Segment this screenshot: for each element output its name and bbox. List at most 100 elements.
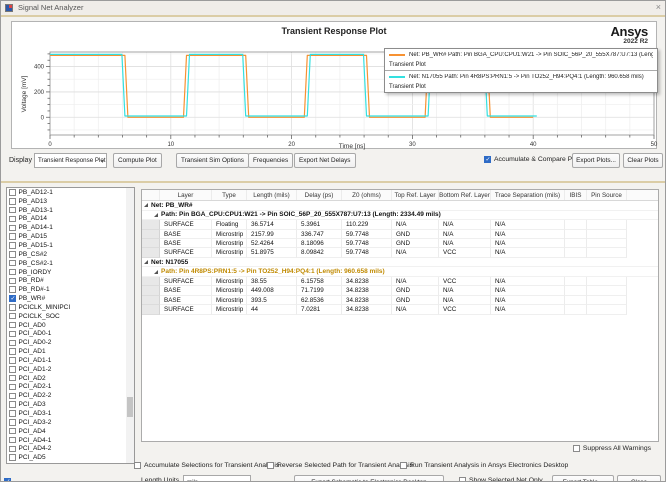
checkbox-icon[interactable] [9, 419, 16, 426]
net-list-item[interactable]: PCI_AD0-2 [7, 338, 134, 347]
net-list-item[interactable]: PCI_AD1-1 [7, 356, 134, 365]
checkbox-icon[interactable] [9, 436, 16, 444]
checkbox-icon[interactable] [9, 198, 16, 205]
path-group-row[interactable]: Path: Pin BGA_CPU:CPU1:W21 -> Pin SOIC_5… [142, 211, 658, 221]
checkbox-icon[interactable] [9, 259, 16, 267]
checkbox-icon[interactable] [9, 427, 16, 435]
column-header[interactable]: Delay (ps) [297, 190, 342, 200]
checkbox-icon[interactable] [9, 374, 16, 382]
net-list-item[interactable]: PCICLK_SOC [7, 312, 134, 321]
expander-icon[interactable] [144, 203, 148, 208]
checkbox-icon[interactable] [9, 189, 16, 196]
net-list-item[interactable]: PCI_AD5 [7, 453, 134, 462]
checkbox-icon[interactable] [9, 215, 16, 223]
checkbox-icon[interactable] [459, 477, 466, 481]
expander-icon[interactable] [144, 260, 148, 265]
checkbox-icon[interactable] [9, 277, 16, 285]
net-list-item[interactable]: PB_AD13-1 [7, 206, 134, 215]
net-list-item[interactable]: PB_AD14 [7, 215, 134, 224]
checkbox-icon[interactable] [9, 206, 16, 214]
column-header[interactable]: Bottom Ref. Layer [439, 190, 491, 200]
checkbox-icon[interactable] [9, 312, 16, 320]
net-list-item[interactable]: PCI_AD3-2 [7, 418, 134, 427]
checkbox-icon[interactable] [9, 286, 16, 293]
net-list-item[interactable]: PCI_AD4-1 [7, 436, 134, 445]
column-header[interactable] [142, 190, 160, 200]
transient-sim-options-button[interactable]: Transient Sim Options [176, 153, 249, 168]
show-selected-net-checkbox[interactable]: Show Selected Net Only [459, 477, 543, 481]
net-list-item[interactable]: PB_AD15-1 [7, 241, 134, 250]
net-list-item[interactable]: PCI_AD2-1 [7, 383, 134, 392]
display-dropdown[interactable]: Transient Response Plot ▾ [34, 153, 107, 168]
net-list-item[interactable]: PCICLK_MINIPCI [7, 303, 134, 312]
path-group-row[interactable]: Path: Pin 4R8PS:PRN1:5 -> Pin TO252_H94:… [142, 267, 658, 277]
compute-plot-button[interactable]: Compute Plot [113, 153, 162, 168]
net-list-item[interactable]: PB_AD14-1 [7, 223, 134, 232]
checkbox-icon[interactable] [9, 366, 16, 373]
column-header[interactable]: Length (mils) [247, 190, 297, 200]
net-list-item[interactable]: PCI_AD4 [7, 427, 134, 436]
net-group-row[interactable]: Net: PB_WR# [142, 201, 658, 211]
net-list-item[interactable]: PB_AD12-1 [7, 188, 134, 197]
net-list-item[interactable]: PB_AD15 [7, 232, 134, 241]
checkbox-icon[interactable] [9, 348, 16, 355]
close-icon[interactable]: × [656, 2, 661, 12]
net-list-item[interactable]: PB_WR# [7, 294, 134, 303]
net-group-row[interactable]: Net: N17055 [142, 258, 658, 268]
checkbox-icon[interactable] [484, 156, 491, 163]
net-list-item[interactable]: PB_RD# [7, 276, 134, 285]
checkbox-icon[interactable] [9, 295, 16, 302]
column-header[interactable]: Layer [160, 190, 212, 200]
expander-icon[interactable] [154, 212, 158, 217]
net-list-item[interactable]: PB_CS#2-1 [7, 259, 134, 268]
net-list-scrollbar[interactable] [126, 188, 134, 463]
checkbox-icon[interactable] [9, 224, 16, 232]
net-list-item[interactable]: PCI_AD2-2 [7, 391, 134, 400]
net-list-item[interactable]: PCI_AD2 [7, 374, 134, 383]
net-list-item[interactable]: PCI_AD0 [7, 321, 134, 330]
scrollbar-thumb[interactable] [127, 397, 133, 417]
net-list-item[interactable]: PCI_AD3 [7, 400, 134, 409]
frequencies-button[interactable]: Frequencies [248, 153, 294, 168]
checkbox-icon[interactable] [9, 357, 16, 364]
net-list-item[interactable]: PB_CS#2 [7, 250, 134, 259]
net-list-item[interactable]: PB_RD#-1 [7, 285, 134, 294]
checkbox-icon[interactable] [9, 410, 16, 417]
suppress-warnings-checkbox[interactable]: Suppress All Warnings [572, 445, 651, 452]
net-list-item[interactable]: PCI_AD1 [7, 347, 134, 356]
net-list-item[interactable]: PCI_AD3-1 [7, 409, 134, 418]
checkbox-icon[interactable] [572, 445, 580, 452]
export-net-delays-button[interactable]: Export Net Delays [294, 153, 356, 168]
checkbox-icon[interactable] [9, 233, 16, 240]
net-list-item[interactable]: PB_AD13 [7, 197, 134, 206]
column-header[interactable]: Pin Source [587, 190, 627, 200]
checkbox-icon[interactable] [9, 401, 16, 408]
checkbox-icon[interactable] [9, 304, 16, 311]
expander-icon[interactable] [154, 269, 158, 274]
accumulate-selections-checkbox[interactable]: Accumulate Selections for Transient Anal… [134, 462, 279, 469]
checkbox-icon[interactable] [9, 268, 16, 276]
checkbox-icon[interactable] [9, 321, 16, 329]
column-header[interactable]: Top Ref. Layer [392, 190, 439, 200]
checkbox-icon[interactable] [9, 392, 16, 400]
reverse-path-checkbox[interactable]: Reverse Selected Path for Transient Anal… [267, 462, 413, 469]
column-header[interactable]: Z0 (ohms) [342, 190, 392, 200]
column-header[interactable]: Type [212, 190, 247, 200]
net-list-item[interactable]: PB_IORDY [7, 268, 134, 277]
checkbox-icon[interactable] [134, 462, 141, 469]
checkbox-icon[interactable] [9, 383, 16, 391]
checkbox-icon[interactable] [9, 330, 16, 338]
export-plots-button[interactable]: Export Plots... [572, 153, 620, 168]
net-list-item[interactable]: PCI_AD4-2 [7, 444, 134, 453]
checkbox-icon[interactable] [9, 445, 16, 453]
checkbox-icon[interactable] [9, 242, 16, 249]
clear-plots-button[interactable]: Clear Plots [623, 153, 663, 168]
checkbox-icon[interactable] [9, 251, 16, 258]
partial-checkbox[interactable] [4, 478, 11, 481]
run-transient-checkbox[interactable]: Run Transient Analysis in Ansys Electron… [400, 462, 568, 469]
accumulate-compare-checkbox[interactable]: Accumulate & Compare Plots [484, 156, 583, 163]
checkbox-icon[interactable] [267, 462, 274, 469]
net-list-item[interactable]: PCI_AD0-1 [7, 330, 134, 339]
checkbox-icon[interactable] [9, 339, 16, 347]
checkbox-icon[interactable] [9, 454, 16, 461]
